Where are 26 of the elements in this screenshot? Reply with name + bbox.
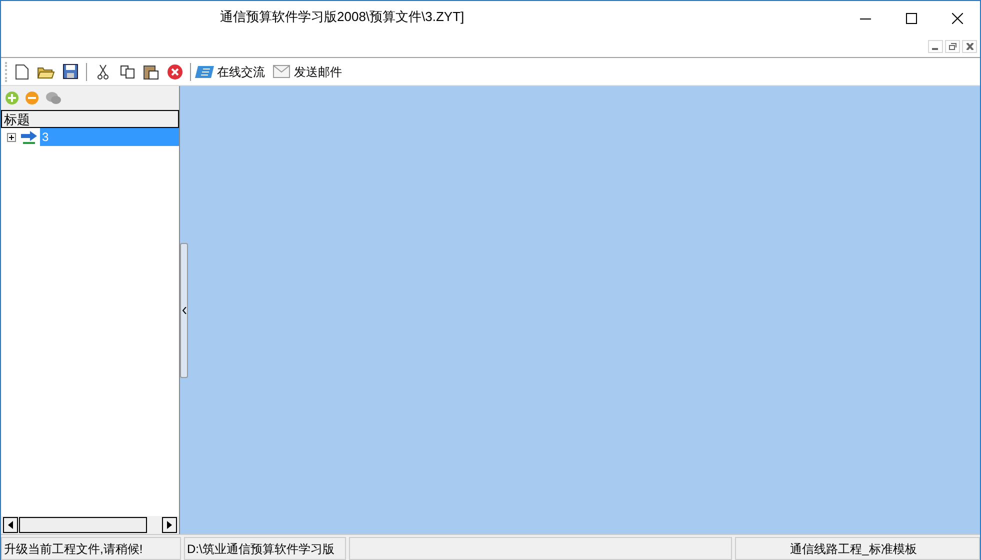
send-email-button[interactable]: 发送邮件	[273, 60, 342, 82]
scroll-left-button[interactable]	[3, 517, 18, 533]
column-header[interactable]: 标题	[1, 110, 179, 128]
right-arrow-icon	[167, 521, 172, 529]
online-chat-button[interactable]: 在线交流	[195, 60, 267, 82]
close-icon	[952, 13, 962, 24]
scroll-right-button[interactable]	[162, 517, 177, 533]
expand-toggle[interactable]	[7, 132, 16, 142]
arrow-icon	[20, 130, 38, 144]
horizontal-scrollbar[interactable]	[1, 516, 179, 534]
maximize-icon	[906, 13, 916, 24]
book-icon	[195, 64, 215, 78]
collapse-handle[interactable]	[180, 242, 188, 378]
document-restore-button[interactable]	[945, 40, 960, 53]
status-panel: D:\筑业通信预算软件学习版	[184, 537, 346, 560]
envelope-icon	[273, 65, 290, 78]
document-close-button[interactable]	[962, 40, 977, 53]
status-panel: 通信线路工程_标准模板	[735, 537, 980, 560]
document-minimize-button[interactable]	[928, 40, 943, 53]
window-title: 通信预算软件学习版2008\预算文件\3.ZYT]	[220, 8, 464, 26]
close-icon	[966, 43, 974, 50]
minimize-icon	[860, 18, 870, 20]
scrollbar-thumb[interactable]	[19, 517, 147, 533]
left-arrow-icon	[8, 521, 13, 529]
status-panel: 升级当前工程文件,请稍候!	[1, 537, 181, 560]
restore-icon	[948, 43, 956, 50]
